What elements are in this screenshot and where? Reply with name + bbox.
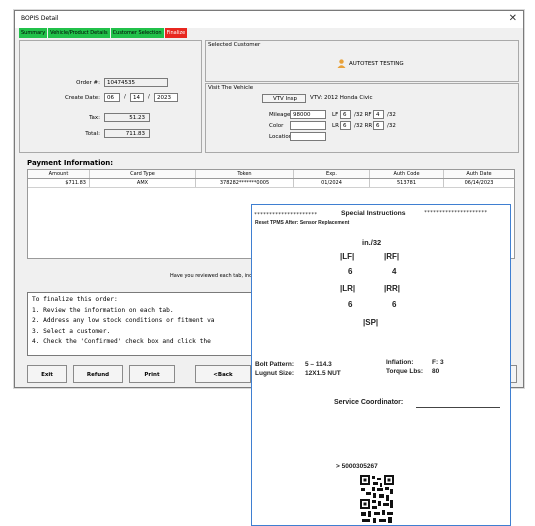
total-label: Total: (85, 131, 100, 137)
service-coordinator-label: Service Coordinator: (334, 399, 404, 406)
spare-tread-label: |SP| (363, 318, 379, 327)
tax-label: Tax: (89, 115, 100, 121)
lf-label: LF (332, 112, 339, 118)
mileage-label: Mileage (269, 112, 291, 118)
column-header-auth-code[interactable]: Auth Code (370, 170, 444, 178)
rf-tread-value: 4 (392, 267, 397, 276)
tab-bar: Summary Vehicle/Product Details Customer… (19, 28, 188, 38)
tab-customer-selection[interactable]: Customer Selection (110, 28, 164, 38)
column-header-token[interactable]: Token (196, 170, 294, 178)
receipt-stars-left: ********************* (254, 212, 318, 218)
mileage-field[interactable]: 98000 (290, 110, 326, 119)
location-field[interactable] (290, 132, 326, 141)
rr-tread-label: |RR| (384, 284, 401, 293)
exit-button[interactable]: Exit (27, 365, 67, 383)
torque-value: 80 (432, 368, 440, 375)
rr-tread-value: 6 (392, 300, 397, 309)
table-row[interactable]: $711.83 AMX 378282*******0005 01/2024 51… (28, 179, 514, 188)
rf-unit: /32 (387, 112, 396, 118)
lugnut-size-label: Lugnut Size: (255, 370, 294, 377)
tpms-reset-note: Reset TPMS After: Sensor Replacement (255, 220, 350, 226)
person-icon (337, 59, 346, 68)
rr-label: /32 RR (354, 123, 373, 129)
color-label: Color (269, 123, 284, 129)
column-header-amount[interactable]: Amount (28, 170, 90, 178)
torque-label: Torque Lbs: (386, 368, 424, 375)
visit-vehicle-label: Visit The Vehicle (208, 85, 254, 91)
rf-tread-field[interactable]: 4 (373, 110, 384, 119)
inflation-label: Inflation: (386, 359, 414, 366)
lugnut-size-value: 12X1.5 NUT (305, 370, 341, 377)
column-header-exp[interactable]: Exp. (294, 170, 370, 178)
total-field[interactable]: 711.83 (104, 129, 150, 138)
bolt-pattern-label: Bolt Pattern: (255, 361, 294, 368)
location-label: Location (269, 134, 293, 140)
order-barcode-number: > 5000305267 (336, 463, 378, 470)
back-button[interactable]: <Back (195, 365, 251, 383)
auth-code-cell: 513781 (370, 179, 444, 187)
order-panel: Order #: 10474535 Create Date: 06 / 14 /… (19, 40, 202, 153)
column-header-auth-date[interactable]: Auth Date (444, 170, 514, 178)
selected-customer-label: Selected Customer (208, 42, 261, 48)
create-date-year[interactable]: 2023 (154, 93, 178, 102)
lr-tread-value: 6 (348, 300, 353, 309)
print-button[interactable]: Print (129, 365, 175, 383)
vtv-vehicle-text: VTV: 2012 Honda Civic (310, 95, 373, 101)
inflation-value: F: 3 (432, 359, 444, 366)
special-instructions-receipt: ********************* Special Instructio… (251, 204, 511, 526)
lf-tread-label: |LF| (340, 252, 355, 261)
order-number-label: Order #: (76, 80, 100, 86)
create-date-day[interactable]: 14 (130, 93, 144, 102)
rr-unit: /32 (387, 123, 396, 129)
qr-code-icon (359, 474, 395, 524)
token-cell: 378282*******0005 (196, 179, 294, 187)
refund-button[interactable]: Refund (73, 365, 123, 383)
order-number-field[interactable]: 10474535 (104, 78, 168, 87)
exp-cell: 01/2024 (294, 179, 370, 187)
amount-cell: $711.83 (28, 179, 90, 187)
bolt-pattern-value: 5 – 114.3 (305, 361, 332, 368)
date-separator: / (124, 94, 126, 100)
tab-summary[interactable]: Summary (19, 28, 48, 38)
lr-tread-label: |LR| (340, 284, 356, 293)
create-date-month[interactable]: 06 (104, 93, 120, 102)
visit-vehicle-panel: Visit The Vehicle VTV Insp VTV: 2012 Hon… (205, 83, 519, 153)
tab-vehicle-product-details[interactable]: Vehicle/Product Details (48, 28, 110, 38)
color-field[interactable] (290, 121, 326, 130)
lf-tread-value: 6 (348, 267, 353, 276)
tread-unit: in./32 (362, 238, 382, 247)
payment-information-title: Payment Information: (27, 159, 114, 167)
column-header-card-type[interactable]: Card Type (90, 170, 196, 178)
rr-tread-field[interactable]: 6 (373, 121, 384, 130)
create-date-label: Create Date: (64, 95, 100, 101)
signature-line (416, 407, 500, 408)
lr-label: LR (332, 123, 339, 129)
tab-finalize[interactable]: Finalize (164, 28, 188, 38)
title-bar: BOPIS Detail ✕ (15, 11, 523, 28)
rf-label: /32 RF (354, 112, 372, 118)
lf-tread-field[interactable]: 6 (340, 110, 351, 119)
receipt-stars-right: ********************* (424, 210, 488, 216)
lr-tread-field[interactable]: 6 (340, 121, 351, 130)
selected-customer-panel: Selected Customer AUTOTEST TESTING (205, 40, 519, 82)
tax-field[interactable]: 51.23 (104, 113, 150, 122)
window-title: BOPIS Detail (21, 15, 59, 22)
card-type-cell: AMX (90, 179, 196, 187)
auth-date-cell: 06/14/2023 (464, 180, 494, 186)
date-separator: / (148, 94, 150, 100)
payment-header-row: Amount Card Type Token Exp. Auth Code Au… (28, 170, 514, 179)
receipt-heading: Special Instructions (341, 210, 406, 217)
close-icon[interactable]: ✕ (509, 13, 517, 24)
customer-name: AUTOTEST TESTING (349, 61, 404, 67)
rf-tread-label: |RF| (384, 252, 400, 261)
vtv-inspect-button[interactable]: VTV Insp (262, 94, 306, 103)
